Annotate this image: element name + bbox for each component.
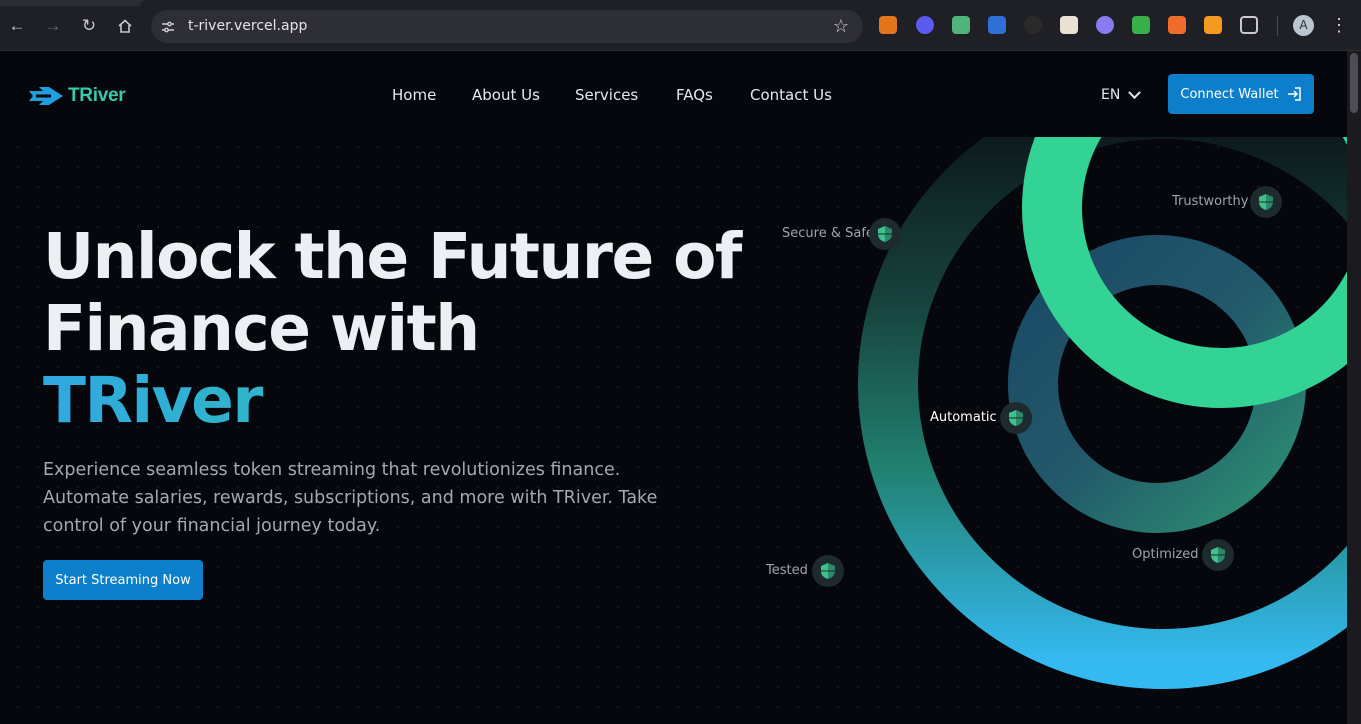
logo-arrow-icon bbox=[29, 87, 63, 105]
chevron-down-icon bbox=[1128, 85, 1142, 99]
address-bar[interactable]: t-river.vercel.app ☆ bbox=[151, 10, 863, 43]
shield-icon bbox=[812, 555, 844, 587]
hero-title-accent: TRiver bbox=[43, 365, 723, 437]
start-streaming-button[interactable]: Start Streaming Now bbox=[43, 560, 203, 600]
site-header bbox=[0, 51, 1347, 137]
language-selector[interactable]: EN bbox=[1101, 85, 1142, 103]
login-arrow-icon bbox=[1287, 87, 1301, 101]
calendar-icon[interactable] bbox=[1060, 16, 1078, 34]
active-tab[interactable] bbox=[140, 0, 1361, 6]
shield-icon bbox=[1202, 539, 1234, 571]
puzzle-sun-icon[interactable] bbox=[916, 16, 934, 34]
fox-icon[interactable] bbox=[1204, 16, 1222, 34]
connect-wallet-label: Connect Wallet bbox=[1180, 86, 1279, 102]
metamask-icon[interactable] bbox=[879, 16, 897, 34]
middle-ring bbox=[1008, 235, 1306, 533]
page: TRiver Home About Us Services FAQs Conta… bbox=[0, 51, 1347, 724]
feature-label-trustworthy: Trustworthy bbox=[1172, 194, 1249, 209]
back-icon[interactable]: ← bbox=[6, 15, 28, 37]
ghost-icon[interactable] bbox=[1096, 16, 1114, 34]
forward-icon[interactable]: → bbox=[42, 15, 64, 37]
feature-label-tested: Tested bbox=[766, 563, 808, 578]
shield-icon bbox=[1250, 186, 1282, 218]
language-label: EN bbox=[1101, 87, 1121, 103]
arrow-icon[interactable] bbox=[1168, 16, 1186, 34]
site-settings-icon[interactable] bbox=[160, 19, 176, 35]
profile-avatar[interactable]: A bbox=[1293, 15, 1314, 36]
rocket-icon[interactable] bbox=[952, 16, 970, 34]
feature-label-secure: Secure & Safe bbox=[782, 226, 874, 241]
nav-about-us[interactable]: About Us bbox=[472, 86, 540, 106]
bookmark-star-icon[interactable]: ☆ bbox=[833, 16, 849, 37]
gnome-icon[interactable] bbox=[1024, 16, 1042, 34]
nav-services[interactable]: Services bbox=[575, 86, 638, 106]
nav-contact-us[interactable]: Contact Us bbox=[750, 86, 832, 106]
shield-check-icon[interactable] bbox=[1132, 16, 1150, 34]
hero-description: Experience seamless token streaming that… bbox=[43, 460, 658, 536]
nav-home[interactable]: Home bbox=[392, 86, 436, 106]
toolbar-divider bbox=[1277, 16, 1278, 36]
feature-label-optimized: Optimized bbox=[1132, 547, 1199, 562]
hero-title: Unlock the Future of Finance with TRiver bbox=[43, 220, 742, 437]
browser-toolbar: ← → ↻ t-river.vercel.app ☆ A ⋮ bbox=[0, 0, 1361, 51]
reload-icon[interactable]: ↻ bbox=[78, 15, 100, 37]
tab-strip bbox=[0, 0, 1361, 6]
brand-name: TRiver bbox=[68, 85, 126, 106]
browser-menu-icon[interactable]: ⋮ bbox=[1330, 14, 1348, 36]
brand-logo[interactable]: TRiver bbox=[27, 81, 126, 111]
extensions-icon[interactable] bbox=[1240, 16, 1258, 34]
hero-title-line-1: Unlock the Future of bbox=[43, 220, 742, 293]
url-text[interactable]: t-river.vercel.app bbox=[188, 18, 307, 34]
connect-wallet-button[interactable]: Connect Wallet bbox=[1168, 74, 1314, 114]
scrollbar-thumb[interactable] bbox=[1350, 53, 1358, 113]
shield-icon bbox=[869, 218, 901, 250]
feature-label-automatic: Automatic bbox=[930, 410, 997, 425]
home-icon[interactable] bbox=[114, 15, 136, 37]
camera-icon[interactable] bbox=[988, 16, 1006, 34]
nav-faqs[interactable]: FAQs bbox=[676, 86, 713, 106]
shield-icon bbox=[1000, 402, 1032, 434]
page-scrollbar[interactable] bbox=[1347, 51, 1361, 724]
hero-title-line-2: Finance with bbox=[43, 292, 480, 365]
